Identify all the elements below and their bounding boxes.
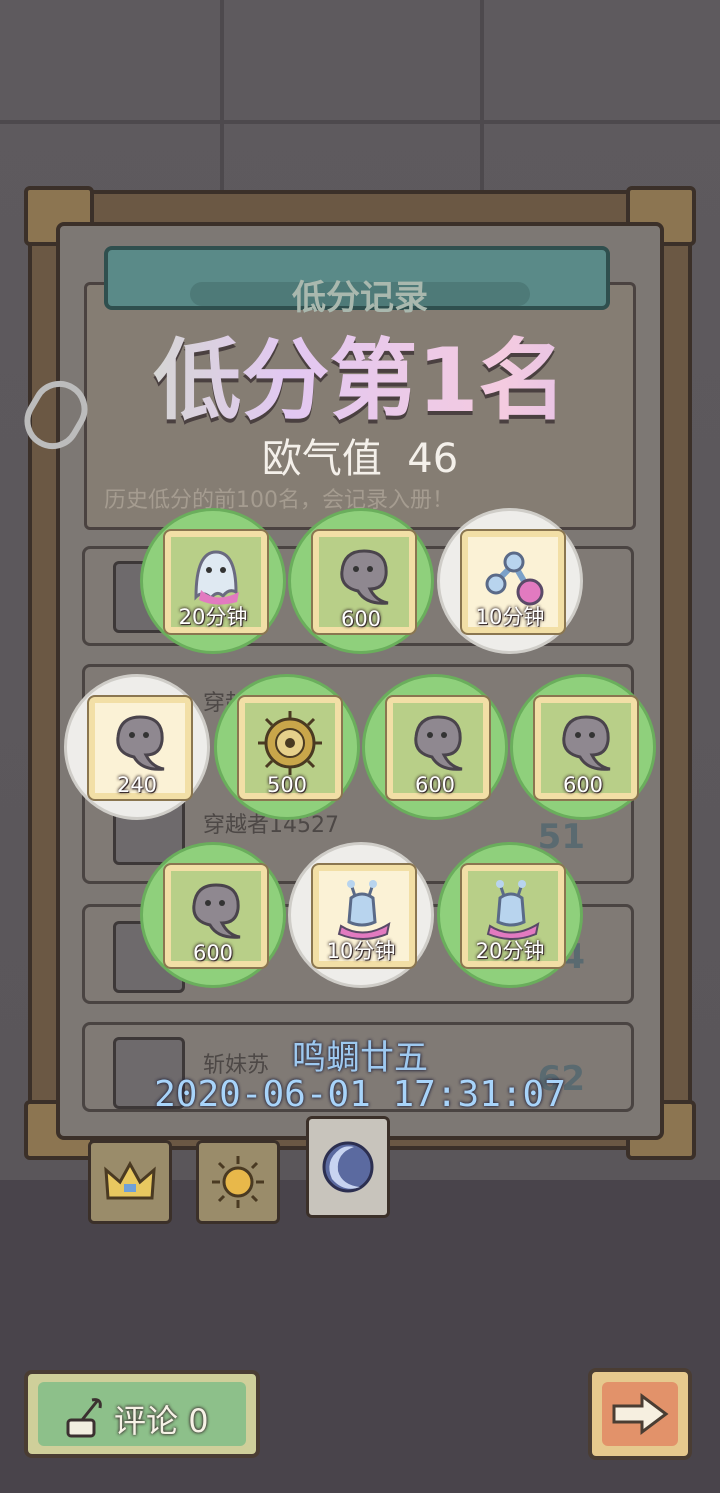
clover-leaf-icon — [562, 715, 611, 771]
clover-leaf-icon — [340, 549, 389, 605]
arrow-right-icon — [612, 1393, 669, 1435]
reward-label: 600 — [340, 607, 382, 631]
comment-label: 评论 0 — [114, 1396, 209, 1442]
next-button[interactable] — [588, 1368, 692, 1460]
reward-label: 600 — [192, 941, 234, 965]
tab-sun[interactable] — [196, 1140, 280, 1224]
reward-badge[interactable]: 20分钟 — [437, 842, 583, 988]
reward-badge[interactable]: 500 — [214, 674, 360, 820]
comment-text: 评论 — [114, 1402, 179, 1440]
tab-moon[interactable] — [306, 1116, 390, 1218]
reward-label: 20分钟 — [475, 939, 545, 963]
subtitle: 历史低分的前100名，会记录入册！ — [104, 488, 454, 513]
wall-seam — [480, 0, 484, 190]
rank-headline: 低分第1名 — [0, 310, 720, 437]
clover-leaf-icon — [116, 715, 165, 771]
tab-crown[interactable] — [88, 1140, 172, 1224]
reward-badge[interactable]: 600 — [362, 674, 508, 820]
reward-label: 240 — [116, 773, 158, 797]
reward-label: 600 — [414, 773, 456, 797]
comment-count: 0 — [188, 1402, 209, 1440]
ornate-compass-icon — [258, 710, 322, 775]
reward-badge[interactable]: 600 — [140, 842, 286, 988]
clover-leaf-icon — [192, 883, 241, 939]
wall-seam — [0, 120, 720, 124]
reward-label: 600 — [562, 773, 604, 797]
reward-badge[interactable]: 240 — [64, 674, 210, 820]
reward-badge[interactable]: 20分钟 — [140, 508, 286, 654]
reward-badge[interactable]: 600 — [288, 508, 434, 654]
sun-icon — [212, 1156, 264, 1208]
luck-value-row: 欧气值 46 — [0, 426, 720, 484]
crown-icon — [104, 1160, 156, 1200]
reward-label: 10分钟 — [475, 605, 545, 629]
reward-label: 500 — [266, 773, 308, 797]
record-datetime: 2020-06-01 17:31:07 — [154, 1074, 566, 1115]
moon-icon — [322, 1141, 374, 1193]
comment-button[interactable]: 评论 0 — [24, 1370, 260, 1458]
wall-seam — [220, 0, 224, 190]
reward-badge[interactable]: 10分钟 — [288, 842, 434, 988]
reward-label: 20分钟 — [178, 605, 248, 629]
luck-label: 欧气值 — [261, 436, 382, 482]
luck-value: 46 — [407, 436, 459, 482]
clover-leaf-icon — [414, 715, 463, 771]
sender-name: 鸣蜩廿五 — [292, 1038, 428, 1078]
quill-ink-icon — [66, 1398, 102, 1438]
reward-badge[interactable]: 10分钟 — [437, 508, 583, 654]
reward-label: 10分钟 — [326, 939, 396, 963]
reward-badge[interactable]: 600 — [510, 674, 656, 820]
